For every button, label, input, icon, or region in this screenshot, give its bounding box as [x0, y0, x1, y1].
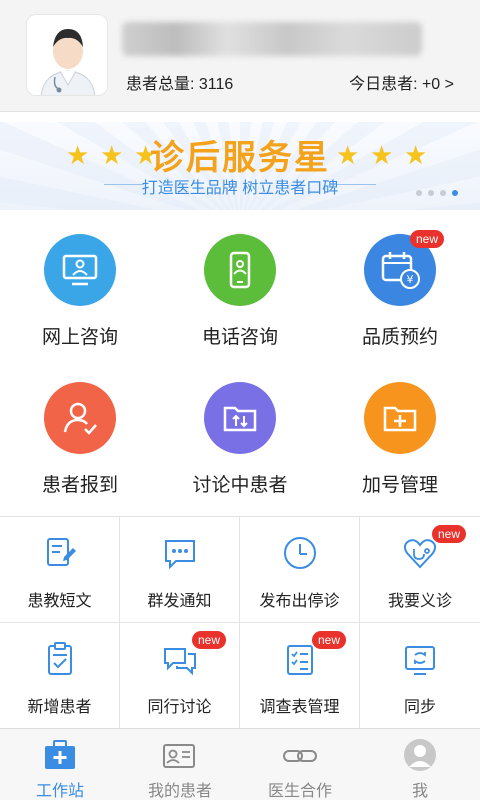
chat-bubbles-icon — [164, 648, 196, 676]
tab-label: 工作站 — [35, 783, 84, 800]
new-badge: new — [312, 631, 347, 649]
feature-discussing-patients[interactable]: 讨论中患者 — [160, 382, 320, 497]
profile-icon — [404, 739, 436, 771]
phone-icon — [204, 234, 276, 306]
tool-patient-education[interactable]: 患教短文 — [0, 517, 120, 623]
tool-publish-schedule[interactable]: 发布出停诊 — [240, 517, 360, 623]
tool-label: 新增患者 — [27, 699, 92, 716]
tools-grid: 患教短文 群发通知 发布出停诊 new 我要义诊 新增患者 new 同行讨论 n… — [0, 516, 480, 729]
tool-add-patient[interactable]: 新增患者 — [0, 623, 120, 729]
link-icon — [283, 750, 317, 762]
main-feature-grid: 网上咨询 电话咨询 ¥ new 品质预约 患者报到 讨论中患者 加号管理 — [0, 212, 480, 512]
medical-kit-icon — [45, 740, 75, 769]
tool-label: 群发通知 — [147, 593, 212, 610]
feature-online-consult[interactable]: 网上咨询 — [0, 234, 160, 349]
tab-label: 医生合作 — [267, 783, 332, 800]
folder-plus-icon — [364, 382, 436, 454]
tool-sync[interactable]: 同步 — [360, 623, 480, 729]
sync-device-icon — [405, 646, 435, 675]
feature-label: 患者报到 — [41, 475, 118, 496]
tool-label: 同行讨论 — [147, 699, 212, 716]
banner-subtitle: 打造医生品牌 树立患者口碑 — [141, 180, 339, 197]
user-check-icon — [44, 382, 116, 454]
tool-peer-discussion[interactable]: new 同行讨论 — [120, 623, 240, 729]
carousel-dot — [440, 190, 446, 196]
folder-transfer-icon — [204, 382, 276, 454]
tool-free-clinic[interactable]: new 我要义诊 — [360, 517, 480, 623]
tool-label: 患教短文 — [27, 593, 92, 610]
feature-label: 讨论中患者 — [192, 475, 288, 496]
banner-title: 诊后服务星 — [150, 139, 330, 177]
carousel-dot-active — [452, 190, 458, 196]
chat-dots-icon — [165, 540, 195, 570]
clock-icon — [284, 537, 316, 569]
promo-banner[interactable]: ★ ★ ★ ★ ★ ★ 诊后服务星 打造医生品牌 树立患者口碑 — [0, 122, 480, 210]
new-badge: new — [410, 230, 445, 248]
checklist-icon — [287, 645, 313, 675]
tab-workstation[interactable]: 工作站 — [0, 729, 120, 800]
feature-extra-slot-manage[interactable]: 加号管理 — [320, 382, 480, 497]
tool-label: 调查表管理 — [259, 699, 340, 716]
monitor-user-icon — [44, 234, 116, 306]
tab-label: 我 — [411, 783, 428, 800]
patient-total: 患者总量: 3116 — [126, 76, 234, 93]
feature-label: 网上咨询 — [41, 327, 118, 348]
tool-label: 同步 — [403, 699, 436, 716]
feature-phone-consult[interactable]: 电话咨询 — [160, 234, 320, 349]
heart-stethoscope-icon — [403, 539, 437, 569]
feature-quality-appointment[interactable]: ¥ new 品质预约 — [320, 230, 480, 349]
tab-my-patients[interactable]: 我的患者 — [120, 729, 240, 800]
clipboard-check-icon — [48, 642, 72, 675]
tab-doctor-cooperation[interactable]: 医生合作 — [240, 729, 360, 800]
carousel-indicator — [416, 190, 458, 196]
tool-group-notice[interactable]: 群发通知 — [120, 517, 240, 623]
new-badge: new — [432, 525, 467, 543]
bottom-tab-bar: 工作站 我的患者 医生合作 我 — [0, 728, 480, 800]
tool-survey-manage[interactable]: new 调查表管理 — [240, 623, 360, 729]
profile-header: 患者总量: 3116 今日患者: +0 > — [0, 0, 480, 112]
doctor-avatar[interactable] — [26, 14, 108, 96]
tab-label: 我的患者 — [147, 783, 212, 800]
carousel-dot — [416, 190, 422, 196]
tool-label: 发布出停诊 — [259, 593, 340, 610]
patient-card-icon — [163, 744, 195, 768]
doctor-name-blurred — [122, 22, 422, 56]
document-edit-icon — [47, 538, 76, 566]
tab-me[interactable]: 我 — [360, 729, 480, 800]
feature-label: 电话咨询 — [201, 327, 278, 348]
feature-label: 加号管理 — [361, 475, 438, 496]
tool-label: 我要义诊 — [387, 593, 452, 610]
feature-patient-checkin[interactable]: 患者报到 — [0, 382, 160, 497]
carousel-dot — [428, 190, 434, 196]
today-patients-link[interactable]: 今日患者: +0 > — [349, 70, 454, 94]
new-badge: new — [192, 631, 227, 649]
svg-text:¥: ¥ — [407, 273, 414, 286]
feature-label: 品质预约 — [361, 327, 438, 348]
